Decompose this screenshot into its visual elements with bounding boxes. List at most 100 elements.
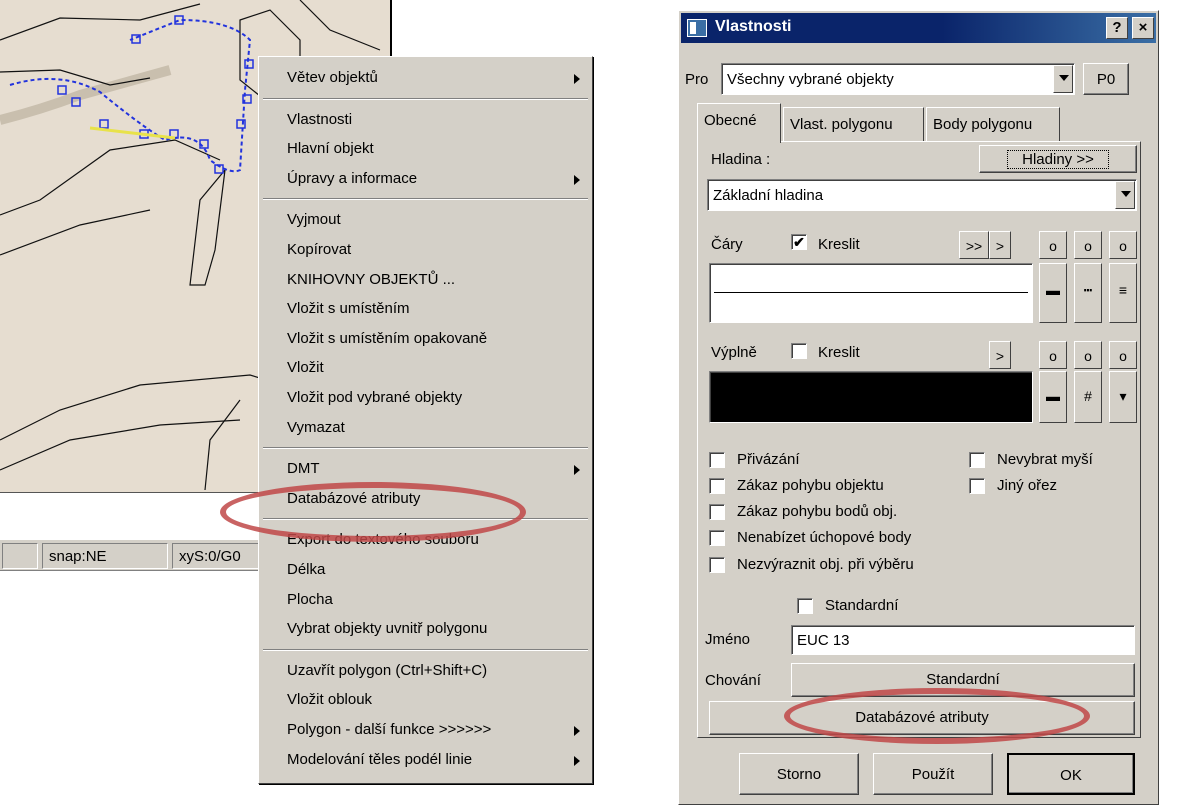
menu-item[interactable]: Modelování těles podél linie [259, 745, 592, 773]
pro-select-value: Všechny vybrané objekty [727, 71, 894, 88]
context-menu: Větev objektů Vlastnosti Hlavní objekt Úpra… [258, 56, 593, 784]
menu-item-label: Úpravy a informace [287, 169, 418, 187]
nevybrat-mysi-checkbox[interactable] [969, 452, 985, 468]
menu-item-label: Délka [287, 561, 326, 578]
hladina-label: Hladina : [711, 151, 771, 168]
fill-pattern-icon[interactable]: # [1074, 371, 1102, 423]
menu-item-label: Vložit [287, 359, 324, 377]
menu-item-label: KNIHOVNY OBJEKTŮ ... [287, 270, 456, 288]
jmeno-value: EUC 13 [797, 632, 850, 649]
help-button[interactable]: ? [1106, 17, 1128, 39]
status-cell-empty [2, 543, 38, 569]
jmeno-label: Jméno [705, 631, 751, 648]
menu-item[interactable]: Vložit pod vybrané objekty [259, 383, 592, 411]
menu-item[interactable]: Úpravy a informace [259, 164, 592, 192]
menu-item-label: Polygon - další funkce >>>>>> [287, 721, 492, 738]
menu-item-label: Vlastnosti [287, 110, 353, 128]
vyplne-option-3[interactable]: o [1109, 341, 1137, 369]
cary-next-all-button[interactable]: >> [959, 231, 989, 259]
menu-item-label: Uzavřít polygon (Ctrl+Shift+C) [287, 661, 488, 679]
menu-item[interactable]: Vložit s umístěním [259, 294, 592, 322]
zakaz-pohybu-objektu-checkbox[interactable] [709, 478, 725, 494]
close-button[interactable]: × [1132, 17, 1154, 39]
vyplne-option-1[interactable]: o [1039, 341, 1067, 369]
menu-item[interactable]: Plocha [259, 585, 592, 613]
menu-item[interactable]: Vložit [259, 353, 592, 381]
cary-kreslit-label: Kreslit [818, 236, 860, 253]
fill-preview[interactable] [709, 371, 1033, 423]
menu-item[interactable]: Vybrat objekty uvnitř polygonu [259, 614, 592, 642]
menu-item[interactable]: Uzavřít polygon (Ctrl+Shift+C) [259, 656, 592, 684]
cary-option-1[interactable]: o [1039, 231, 1067, 259]
tab-vlast-polygonu[interactable]: Vlast. polygonu [783, 107, 924, 141]
tab-obecne[interactable]: Obecné [697, 103, 781, 143]
status-xys: xyS:0/G0 [172, 543, 260, 569]
vyplne-kreslit-checkbox[interactable] [791, 343, 807, 359]
cary-kreslit-checkbox[interactable]: ✔ [791, 234, 807, 250]
cary-option-3[interactable]: o [1109, 231, 1137, 259]
window-icon [687, 19, 707, 37]
menu-item[interactable]: KNIHOVNY OBJEKTŮ ... [259, 265, 592, 293]
menu-item[interactable]: Kopírovat [259, 235, 592, 263]
tab-body-polygonu[interactable]: Body polygonu [926, 107, 1060, 141]
menu-item[interactable]: Vyjmout [259, 205, 592, 233]
fill-dropdown-icon[interactable]: ▾ [1109, 371, 1137, 423]
menu-separator [263, 447, 588, 450]
menu-item-label: DMT [287, 460, 320, 478]
hladiny-button[interactable]: Hladiny >> [979, 145, 1137, 173]
highlight-ring-menu [220, 482, 526, 542]
hladina-select[interactable]: Základní hladina [707, 179, 1137, 211]
menu-separator [263, 97, 588, 100]
menu-item-label: Vložit s umístěním opakovaně [287, 329, 488, 347]
menu-item[interactable]: Vlastnosti [259, 105, 592, 133]
jiny-orez-checkbox[interactable] [969, 478, 985, 494]
nezvyraznit-checkbox[interactable] [709, 557, 725, 573]
vyplne-next-button[interactable]: > [989, 341, 1011, 369]
p0-button[interactable]: P0 [1083, 63, 1129, 95]
line-style-icon[interactable]: ≡ [1109, 263, 1137, 323]
privazani-checkbox[interactable] [709, 452, 725, 468]
menu-item[interactable]: Vložit s umístěním opakovaně [259, 324, 592, 352]
menu-item[interactable]: Délka [259, 555, 592, 583]
chevron-down-icon[interactable] [1053, 65, 1073, 93]
menu-item-label: Vymazat [287, 418, 345, 436]
line-weight-icon[interactable]: ▬ [1039, 263, 1067, 323]
menu-item[interactable]: DMT [259, 454, 592, 482]
menu-item[interactable]: Větev objektů [259, 63, 592, 91]
menu-item[interactable]: Polygon - další funkce >>>>>> [259, 715, 592, 743]
hladiny-button-label: Hladiny >> [1007, 150, 1109, 169]
cary-next-button[interactable]: > [989, 231, 1011, 259]
ok-button[interactable]: OK [1007, 753, 1135, 795]
menu-item[interactable]: Vymazat [259, 413, 592, 441]
check-icon: ✔ [793, 234, 805, 250]
chevron-down-icon[interactable] [1115, 181, 1135, 209]
line-dash-icon[interactable]: ┅ [1074, 263, 1102, 323]
nezvyraznit-label: Nezvýraznit obj. při výběru [737, 556, 914, 573]
line-preview[interactable] [709, 263, 1033, 323]
vyplne-option-2[interactable]: o [1074, 341, 1102, 369]
standardni-label: Standardní [825, 597, 899, 614]
storno-button[interactable]: Storno [739, 753, 859, 795]
highlight-ring-dialog [784, 688, 1090, 744]
cary-option-2[interactable]: o [1074, 231, 1102, 259]
menu-item-label: Vyjmout [287, 211, 341, 229]
menu-item-label: Modelování těles podél linie [287, 750, 473, 768]
menu-item[interactable]: Hlavní objekt [259, 134, 592, 162]
cary-label: Čáry [711, 236, 743, 253]
line-sample [714, 292, 1028, 293]
standardni-checkbox[interactable] [797, 598, 813, 614]
menu-item-label: Vložit oblouk [287, 691, 373, 709]
pouzit-button[interactable]: Použít [873, 753, 993, 795]
jmeno-input[interactable]: EUC 13 [791, 625, 1135, 655]
vyplne-kreslit-label: Kreslit [818, 344, 860, 361]
zakaz-pohybu-bodu-checkbox[interactable] [709, 504, 725, 520]
menu-item[interactable]: Vložit oblouk [259, 685, 592, 713]
pro-select[interactable]: Všechny vybrané objekty [721, 63, 1075, 95]
dialog-titlebar[interactable]: Vlastnosti ? × [681, 13, 1156, 43]
zakaz-pohybu-objektu-label: Zákaz pohybu objektu [737, 477, 884, 494]
jiny-orez-label: Jiný ořez [997, 477, 1058, 494]
nevybrat-mysi-label: Nevybrat myší [997, 451, 1093, 468]
fill-weight-icon[interactable]: ▬ [1039, 371, 1067, 423]
nenabizet-checkbox[interactable] [709, 530, 725, 546]
privazani-label: Přivázání [737, 451, 800, 468]
